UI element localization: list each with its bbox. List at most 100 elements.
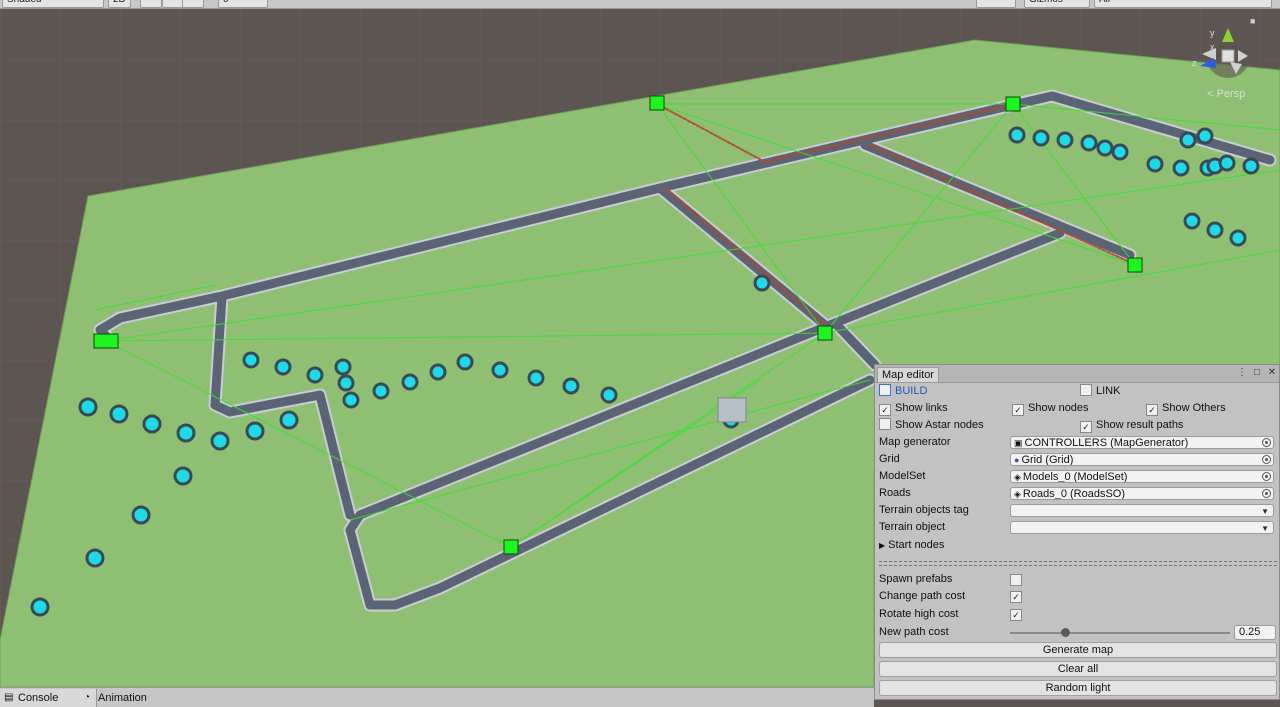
scene-toolbar: Shaded 2D 0 Gizmos All <box>0 0 1280 9</box>
link-checkbox[interactable] <box>1080 384 1092 396</box>
script-icon: ▣ <box>1014 438 1023 448</box>
new-path-cost-input[interactable]: 0.25 <box>1234 625 1276 640</box>
grid-value: Grid (Grid) <box>1021 454 1074 466</box>
modelset-field[interactable]: ◈ Models_0 (ModelSet) <box>1010 470 1274 483</box>
modelset-value: Models_0 (ModelSet) <box>1022 471 1128 483</box>
foldout-arrow-icon: ▶ <box>879 541 886 550</box>
unit <box>78 397 98 417</box>
object-picker-icon[interactable] <box>1262 472 1271 481</box>
more-options-icon[interactable]: ⋮ <box>1236 367 1248 379</box>
start-nodes-label: Start nodes <box>888 539 945 551</box>
shading-mode-dropdown[interactable]: Shaded <box>2 0 104 8</box>
node <box>817 325 833 341</box>
tab-map-editor[interactable]: Map editor <box>877 367 939 382</box>
modelset-label: ModelSet <box>879 470 926 482</box>
camera-projection-label[interactable]: < Persp <box>1207 88 1245 100</box>
link-toggle[interactable]: LINK <box>1080 383 1120 399</box>
unit <box>274 358 292 376</box>
gizmos-dropdown[interactable]: Gizmos <box>1024 0 1090 8</box>
unit <box>109 404 129 424</box>
roads-value: Roads_0 (RoadsSO) <box>1022 488 1126 500</box>
unit <box>30 597 50 617</box>
new-path-cost-label: New path cost <box>879 626 949 638</box>
clear-all-button[interactable]: Clear all <box>879 661 1277 677</box>
unit <box>85 548 105 568</box>
effects-toggle[interactable] <box>182 0 204 8</box>
unit <box>372 382 390 400</box>
unit <box>401 373 419 391</box>
link-label: LINK <box>1096 385 1121 397</box>
map-generator-label: Map generator <box>879 436 951 448</box>
search-input[interactable]: All <box>1094 0 1272 8</box>
unit <box>562 377 580 395</box>
unit <box>1111 143 1129 161</box>
object-picker-icon[interactable] <box>1262 455 1271 464</box>
bottom-tab-bar: ▤ Console ◔ Animation <box>0 687 874 707</box>
scriptable-object-icon: ◈ <box>1014 472 1021 482</box>
show-nodes-checkbox[interactable]: ✓ <box>1012 404 1024 416</box>
show-result-paths-toggle[interactable]: ✓ Show result paths <box>1080 417 1183 433</box>
hidden-objects-count[interactable]: 0 <box>218 0 268 8</box>
camera-settings-button[interactable] <box>976 0 1016 8</box>
new-path-cost-slider[interactable] <box>1010 632 1230 634</box>
change-path-cost-checkbox[interactable]: ✓ <box>1010 591 1022 603</box>
map-generator-value: CONTROLLERS (MapGenerator) <box>1024 437 1189 449</box>
unit <box>491 361 509 379</box>
random-light-button[interactable]: Random light <box>879 680 1277 696</box>
rotate-high-cost-checkbox[interactable]: ✓ <box>1010 609 1022 621</box>
build-checkbox[interactable] <box>879 384 891 396</box>
unit <box>342 391 360 409</box>
unit <box>245 421 265 441</box>
tab-console-label: Console <box>18 692 59 704</box>
show-others-checkbox[interactable]: ✓ <box>1146 404 1158 416</box>
map-generator-field[interactable]: ▣ CONTROLLERS (MapGenerator) <box>1010 436 1274 449</box>
close-icon[interactable]: ✕ <box>1266 367 1278 379</box>
show-astar-toggle[interactable]: Show Astar nodes <box>879 417 984 433</box>
grid-label: Grid <box>879 453 900 465</box>
lock-icon[interactable]: ■ <box>1250 17 1258 26</box>
unit <box>1242 157 1260 175</box>
unit <box>1146 155 1164 173</box>
unit <box>1172 159 1190 177</box>
object-picker-icon[interactable] <box>1262 438 1271 447</box>
node <box>93 333 119 349</box>
spawn-prefabs-checkbox[interactable] <box>1010 574 1022 586</box>
unit <box>1179 131 1197 149</box>
node <box>1005 96 1021 112</box>
show-result-paths-checkbox[interactable]: ✓ <box>1080 421 1092 433</box>
show-links-toggle[interactable]: ✓ Show links <box>879 400 948 416</box>
unit <box>242 351 260 369</box>
show-links-checkbox[interactable]: ✓ <box>879 404 891 416</box>
start-nodes-foldout[interactable]: ▶ Start nodes <box>879 537 944 553</box>
chevron-down-icon: ▼ <box>1261 524 1269 533</box>
unit <box>1183 212 1201 230</box>
object-picker-icon[interactable] <box>1262 489 1271 498</box>
grid-field[interactable]: ● Grid (Grid) <box>1010 453 1274 466</box>
slider-thumb[interactable] <box>1061 628 1070 637</box>
build-toggle[interactable]: BUILD <box>879 383 927 399</box>
terrain-tag-dropdown[interactable]: ▼ <box>1010 504 1274 517</box>
lighting-toggle[interactable] <box>140 0 162 8</box>
node <box>649 95 665 111</box>
unit <box>131 505 151 525</box>
scriptable-object-icon: ◈ <box>1014 489 1021 499</box>
generate-map-button[interactable]: Generate map <box>879 642 1277 658</box>
unit <box>279 410 299 430</box>
mode-2d-toggle[interactable]: 2D <box>108 0 131 8</box>
tab-animation[interactable]: ◔ Animation <box>80 689 147 707</box>
show-astar-checkbox[interactable] <box>879 418 891 430</box>
show-nodes-toggle[interactable]: ✓ Show nodes <box>1012 400 1089 416</box>
terrain-object-dropdown[interactable]: ▼ <box>1010 521 1274 534</box>
unit <box>210 431 230 451</box>
show-others-label: Show Others <box>1162 402 1226 414</box>
show-others-toggle[interactable]: ✓ Show Others <box>1146 400 1226 416</box>
unit <box>1096 139 1114 157</box>
unit <box>306 366 324 384</box>
audio-toggle[interactable] <box>162 0 184 8</box>
rotate-high-cost-label: Rotate high cost <box>879 608 959 620</box>
animation-icon: ◔ <box>84 692 91 703</box>
building-cube <box>717 397 747 423</box>
show-nodes-label: Show nodes <box>1028 402 1089 414</box>
roads-field[interactable]: ◈ Roads_0 (RoadsSO) <box>1010 487 1274 500</box>
maximize-icon[interactable]: □ <box>1251 367 1263 379</box>
